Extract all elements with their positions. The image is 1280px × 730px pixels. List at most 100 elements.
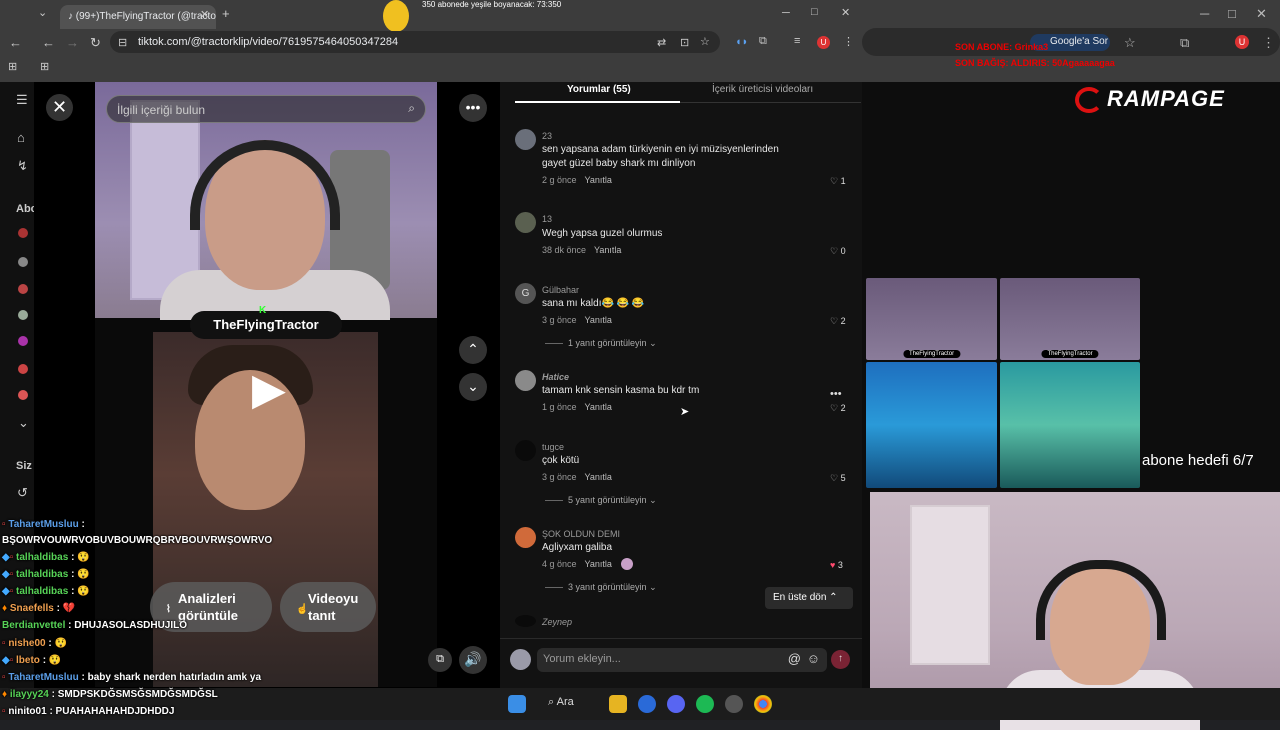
like-button[interactable]: ♡ 0 <box>830 246 846 257</box>
comment-username[interactable]: Hatice <box>542 372 569 382</box>
site-info-icon[interactable]: ⊟ <box>118 36 127 49</box>
forward-icon[interactable]: → <box>66 35 79 50</box>
tab-creator-videos[interactable]: İçerik üreticisi videoları <box>712 84 813 95</box>
comment-username[interactable]: 23 <box>542 131 552 141</box>
comment-input[interactable]: Yorum ekleyin... @ ☺ <box>537 648 827 672</box>
menu-icon[interactable]: ⋮ <box>1262 35 1275 51</box>
extension-icon[interactable]: ◖◗ <box>735 36 748 48</box>
maximize-icon[interactable]: □ <box>1228 6 1236 21</box>
discord-icon[interactable] <box>667 695 685 713</box>
maximize-icon[interactable]: □ <box>811 6 818 18</box>
previous-video-icon[interactable]: ⌃ <box>459 336 487 364</box>
reply-button[interactable]: Yanıtla <box>585 472 612 482</box>
close-window-icon[interactable]: ✕ <box>841 6 850 19</box>
bookmark-star-icon[interactable]: ☆ <box>700 35 710 48</box>
comment-username[interactable]: ŞOK OLDUN DEMI <box>542 529 620 539</box>
channel-avatar[interactable] <box>18 336 28 346</box>
view-replies-button[interactable]: 5 yanıt görüntüleyin ⌄ <box>545 495 657 506</box>
like-button[interactable]: ♡ 2 <box>830 403 846 414</box>
channel-avatar[interactable] <box>18 390 28 400</box>
avatar[interactable] <box>515 212 536 233</box>
avatar[interactable] <box>515 370 536 391</box>
like-button[interactable]: ♥ 3 <box>830 560 843 570</box>
star-icon[interactable]: ☆ <box>1124 35 1136 51</box>
more-options-icon[interactable]: ••• <box>459 94 487 122</box>
comment-time: 2 g önce <box>542 175 577 185</box>
avatar[interactable]: G <box>515 283 536 304</box>
avatar[interactable] <box>515 440 536 461</box>
extensions-icon[interactable]: ⧉ <box>1180 35 1189 51</box>
home-icon[interactable]: ⌂ <box>17 130 25 145</box>
avatar[interactable] <box>515 527 536 548</box>
chevron-down-icon[interactable]: ⌄ <box>18 415 29 431</box>
edge-icon[interactable] <box>638 695 656 713</box>
shorts-icon[interactable]: ↯ <box>17 158 28 174</box>
reply-button[interactable]: Yanıtla <box>585 175 612 185</box>
reply-button[interactable]: Yanıtla <box>585 402 612 412</box>
windows-start-icon[interactable] <box>508 695 526 713</box>
translate-icon[interactable]: ⇄ <box>657 36 666 49</box>
comment-more-icon[interactable]: ••• <box>830 388 842 400</box>
profile-avatar[interactable]: U <box>1235 35 1249 49</box>
channel-avatar[interactable] <box>18 228 28 238</box>
emoji-icon[interactable]: ☺ <box>807 651 820 666</box>
back-icon[interactable]: ← <box>9 35 22 50</box>
comment-username[interactable]: tugce <box>542 442 564 452</box>
file-explorer-icon[interactable] <box>609 695 627 713</box>
browser-tab[interactable]: ♪ (99+)TheFlyingTractor (@tractor <box>60 5 216 29</box>
minimize-icon[interactable]: ─ <box>782 7 790 19</box>
next-video-icon[interactable]: ⌄ <box>459 373 487 401</box>
reply-button[interactable]: Yanıtla <box>585 559 612 569</box>
reply-button[interactable]: Yanıtla <box>585 315 612 325</box>
apps-icon[interactable]: ⊞ <box>8 60 17 73</box>
hamburger-icon[interactable]: ☰ <box>16 92 28 108</box>
comment-username[interactable]: Zeynep <box>542 617 572 627</box>
channel-avatar[interactable] <box>18 310 28 320</box>
taskbar-search[interactable]: ⌕ Ara <box>548 696 574 709</box>
tab-comments[interactable]: Yorumlar (55) <box>567 84 631 95</box>
chrome-icon[interactable] <box>754 695 772 713</box>
reply-button[interactable]: Yanıtla <box>594 245 621 255</box>
history-icon[interactable]: ↺ <box>17 485 28 501</box>
view-replies-button[interactable]: 3 yanıt görüntüleyin ⌄ <box>545 582 657 593</box>
channel-avatar[interactable] <box>18 257 28 267</box>
address-bar[interactable]: tiktok.com/@tractorklip/video/7619575464… <box>110 31 720 53</box>
view-replies-button[interactable]: 1 yanıt görüntüleyin ⌄ <box>545 338 657 349</box>
like-button[interactable]: ♡ 1 <box>830 176 846 187</box>
send-icon[interactable]: ↑ <box>831 650 850 669</box>
install-icon[interactable]: ⊡ <box>680 36 689 49</box>
close-window-icon[interactable]: ✕ <box>1256 6 1267 22</box>
tab-list-icon[interactable]: ⌄ <box>38 6 47 19</box>
channel-avatar[interactable] <box>18 284 28 294</box>
search-icon[interactable]: ⌕ <box>408 101 415 116</box>
like-button[interactable]: ♡ 2 <box>830 316 846 327</box>
avatar[interactable] <box>515 129 536 150</box>
minimize-icon[interactable]: ─ <box>1200 6 1209 21</box>
app-icon[interactable] <box>725 695 743 713</box>
play-icon[interactable]: ▶ <box>252 364 286 415</box>
mention-icon[interactable]: @ <box>788 651 801 666</box>
reload-icon[interactable]: ↻ <box>90 35 101 51</box>
channel-avatar[interactable] <box>18 364 28 374</box>
close-icon[interactable]: ✕ <box>46 94 73 121</box>
media-icon[interactable]: ≡ <box>794 35 800 47</box>
apps-icon[interactable]: ⊞ <box>40 60 49 73</box>
volume-icon[interactable]: 🔊 <box>459 646 487 674</box>
avatar[interactable] <box>515 615 536 627</box>
close-tab-icon[interactable]: ✕ <box>200 8 209 21</box>
profile-avatar[interactable]: U <box>817 36 830 49</box>
new-tab-icon[interactable]: + <box>222 6 230 21</box>
search-input[interactable]: İlgili içeriği bulun ⌕ <box>106 95 426 123</box>
menu-icon[interactable]: ⋮ <box>843 35 854 48</box>
chat-message: ♦ Snaefells : 💔 <box>2 603 76 614</box>
spotify-icon[interactable] <box>696 695 714 713</box>
back-icon[interactable]: ← <box>42 35 55 50</box>
comment-username[interactable]: Gülbahar <box>542 285 579 295</box>
back-to-top-button[interactable]: En üste dön ⌃ <box>765 587 853 609</box>
extensions-icon[interactable]: ⧉ <box>759 35 767 48</box>
chat-message: ◆▫ lbeto : 😲 <box>2 655 62 666</box>
comment-username[interactable]: 13 <box>542 214 552 224</box>
promote-button[interactable]: ☝ Videoyu tanıt <box>280 582 376 632</box>
like-button[interactable]: ♡ 5 <box>830 473 846 484</box>
mini-player-icon[interactable]: ⧉ <box>428 648 452 672</box>
